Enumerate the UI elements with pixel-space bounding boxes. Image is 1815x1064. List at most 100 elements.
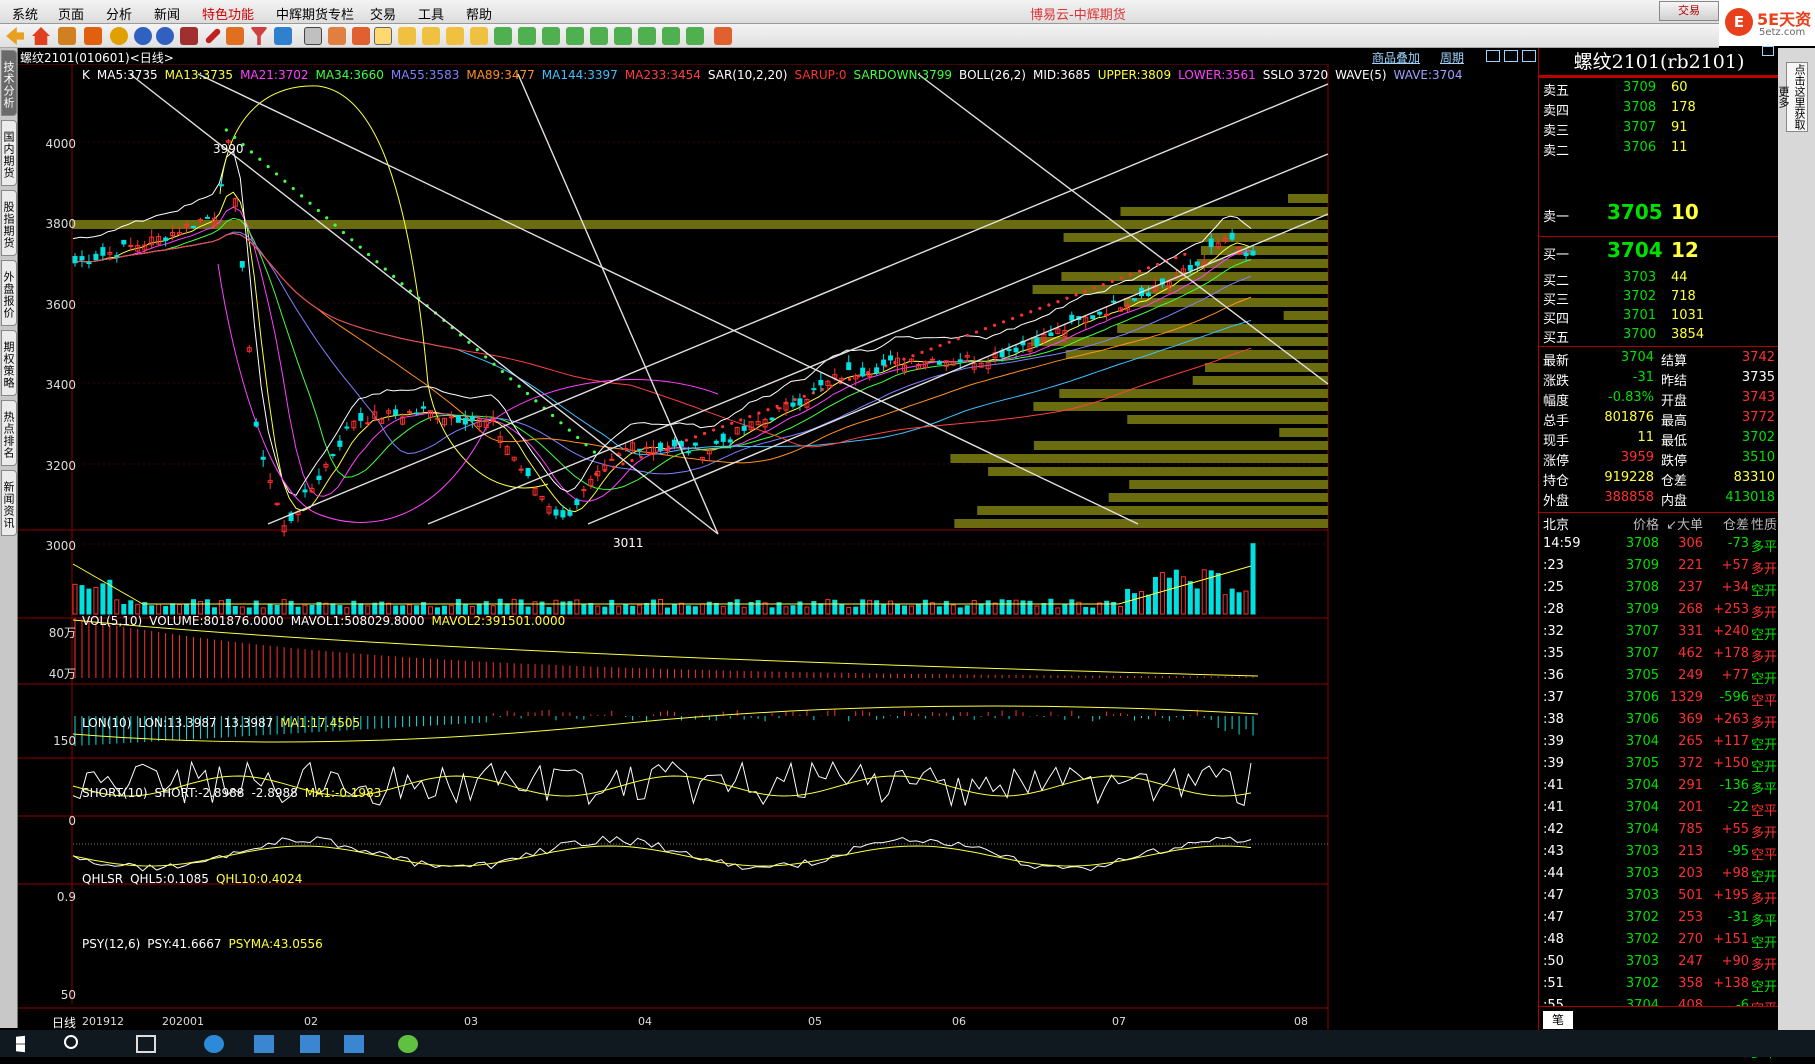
split-icon[interactable]	[1504, 50, 1518, 62]
volume-bar	[281, 599, 287, 615]
candle-body	[114, 255, 120, 258]
calculator-icon[interactable]	[714, 27, 732, 45]
tick-time: :38	[1543, 712, 1564, 727]
menu-tools[interactable]: 工具	[418, 4, 444, 23]
menu-help[interactable]: 帮助	[466, 4, 492, 23]
tick-row[interactable]: :28 3709 268 +253 多开	[1539, 602, 1779, 624]
app-icon[interactable]	[254, 1035, 274, 1053]
period-month-icon[interactable]	[422, 27, 440, 45]
browser-icon[interactable]	[204, 1035, 224, 1053]
ask-row[interactable]: 卖二 3706 11	[1539, 140, 1779, 160]
period-4h-icon[interactable]	[662, 27, 680, 45]
period-2h-icon[interactable]	[638, 27, 656, 45]
tick-row[interactable]: :37 3706 1329 -596 空平	[1539, 690, 1779, 712]
home-icon[interactable]	[32, 27, 50, 45]
paint-icon[interactable]	[226, 27, 244, 45]
panel-toggle-icon[interactable]	[1762, 46, 1774, 56]
tick-row[interactable]: :48 3702 270 +151 空开	[1539, 932, 1779, 954]
menu-features[interactable]: 特色功能	[202, 4, 254, 23]
ask-row[interactable]: 卖五 3709 60	[1539, 80, 1779, 100]
menu-trade[interactable]: 交易	[370, 4, 396, 23]
menu-system[interactable]: 系统	[12, 4, 38, 23]
maximize-icon[interactable]	[1522, 50, 1536, 62]
ask-row[interactable]: 卖四 3708 178	[1539, 100, 1779, 120]
zoom-in-icon[interactable]	[134, 27, 152, 45]
new-icon[interactable]	[274, 27, 292, 45]
menu-analysis[interactable]: 分析	[106, 4, 132, 23]
tick-time: :36	[1543, 668, 1564, 683]
tick-row[interactable]: :47 3702 253 -31 多平	[1539, 910, 1779, 932]
search-icon[interactable]	[64, 1035, 78, 1049]
kline-icon[interactable]	[352, 27, 370, 45]
tick-row[interactable]: :35 3707 462 +178 多开	[1539, 646, 1779, 668]
tab-technical-analysis[interactable]: 技术分析	[1, 50, 17, 116]
info-icon[interactable]	[110, 27, 128, 45]
window-icon[interactable]	[180, 27, 198, 45]
tick-row[interactable]: :32 3707 331 +240 空开	[1539, 624, 1779, 646]
cup-icon[interactable]	[84, 27, 102, 45]
filter-icon[interactable]	[250, 27, 268, 45]
tab-hot-ranking[interactable]: 热点排名	[1, 400, 17, 466]
app-icon[interactable]	[398, 1035, 418, 1053]
tick-row[interactable]: :44 3703 203 +98 空开	[1539, 866, 1779, 888]
tab-foreign-quotes[interactable]: 外盘报价	[1, 260, 17, 326]
tick-row[interactable]: :41 3704 201 -22 空平	[1539, 800, 1779, 822]
pen-icon[interactable]	[204, 27, 222, 45]
period-1min-icon[interactable]	[494, 27, 512, 45]
volume-bar	[483, 601, 489, 615]
bid-row[interactable]: 买二 3703 44	[1539, 270, 1779, 290]
table-icon[interactable]	[304, 27, 322, 45]
tick-row[interactable]: 14:59 3708 306 -73 多平	[1539, 536, 1779, 558]
app-icon[interactable]	[344, 1035, 364, 1053]
tick-row[interactable]: :23 3709 221 +57 多开	[1539, 558, 1779, 580]
bid-row[interactable]: 买一 3704 12	[1539, 238, 1779, 268]
tick-row[interactable]: :51 3702 358 +138 空开	[1539, 976, 1779, 998]
ask-row[interactable]: 卖一 3705 10	[1539, 200, 1779, 230]
tab-news[interactable]: 新闻资讯	[1, 470, 17, 536]
menu-zhonghui-column[interactable]: 中辉期货专栏	[276, 4, 354, 23]
bid-row[interactable]: 买五 3700 3854	[1539, 327, 1779, 347]
period-5min-icon[interactable]	[542, 27, 560, 45]
candle-body	[567, 510, 573, 516]
tick-row[interactable]: :39 3705 372 +150 空开	[1539, 756, 1779, 778]
period-60min-icon[interactable]	[614, 27, 632, 45]
kline-chart[interactable]: K MA5:3735 MA13:3735 MA21:3702 MA34:3660 MA55…	[18, 64, 1538, 1030]
period-15min-icon[interactable]	[566, 27, 584, 45]
tick-row[interactable]: :50 3703 247 +90 多开	[1539, 954, 1779, 976]
layout-icon[interactable]	[1486, 50, 1500, 62]
tick-row[interactable]: :25 3708 237 +34 空开	[1539, 580, 1779, 602]
volume-bar	[1132, 593, 1138, 615]
tab-options-strategy[interactable]: 期权策略	[1, 330, 17, 396]
windows-start-icon[interactable]	[16, 1035, 25, 1053]
period-30min-icon[interactable]	[590, 27, 608, 45]
period-day-icon[interactable]	[374, 27, 392, 45]
bid-row[interactable]: 买三 3702 718	[1539, 289, 1779, 309]
back-icon[interactable]	[6, 27, 24, 45]
tick-row[interactable]: :47 3703 501 +195 多开	[1539, 888, 1779, 910]
period-season-icon[interactable]	[446, 27, 464, 45]
promo-button[interactable]: 点击这里获取更多	[1777, 62, 1808, 132]
menu-news[interactable]: 新闻	[154, 4, 180, 23]
bid-row[interactable]: 买四 3701 1031	[1539, 308, 1779, 328]
tick-row[interactable]: :42 3704 785 +55 多开	[1539, 822, 1779, 844]
period-custom-icon[interactable]	[686, 27, 704, 45]
tick-row[interactable]: :36 3705 249 +77 空开	[1539, 668, 1779, 690]
book-icon[interactable]	[58, 27, 76, 45]
period-3min-icon[interactable]	[518, 27, 536, 45]
tick-row[interactable]: :38 3706 369 +263 多开	[1539, 712, 1779, 734]
tab-domestic-futures[interactable]: 国内期货	[1, 120, 17, 186]
period-week-icon[interactable]	[398, 27, 416, 45]
task-view-icon[interactable]	[136, 1035, 156, 1053]
trade-window-button[interactable]: 交易	[1659, 1, 1719, 21]
tab-index-futures[interactable]: 股指期货	[1, 190, 17, 256]
ask-row[interactable]: 卖三 3707 91	[1539, 120, 1779, 140]
zoom-out-icon[interactable]	[156, 27, 174, 45]
app-icon[interactable]	[300, 1035, 320, 1053]
period-year-icon[interactable]	[470, 27, 488, 45]
list-icon[interactable]	[328, 27, 346, 45]
tick-row[interactable]: :43 3703 213 -95 空平	[1539, 844, 1779, 866]
tick-row[interactable]: :41 3704 291 -136 多平	[1539, 778, 1779, 800]
tick-row[interactable]: :39 3704 265 +117 空开	[1539, 734, 1779, 756]
tick-tab[interactable]: 笔	[1543, 1011, 1573, 1029]
menu-page[interactable]: 页面	[58, 4, 84, 23]
